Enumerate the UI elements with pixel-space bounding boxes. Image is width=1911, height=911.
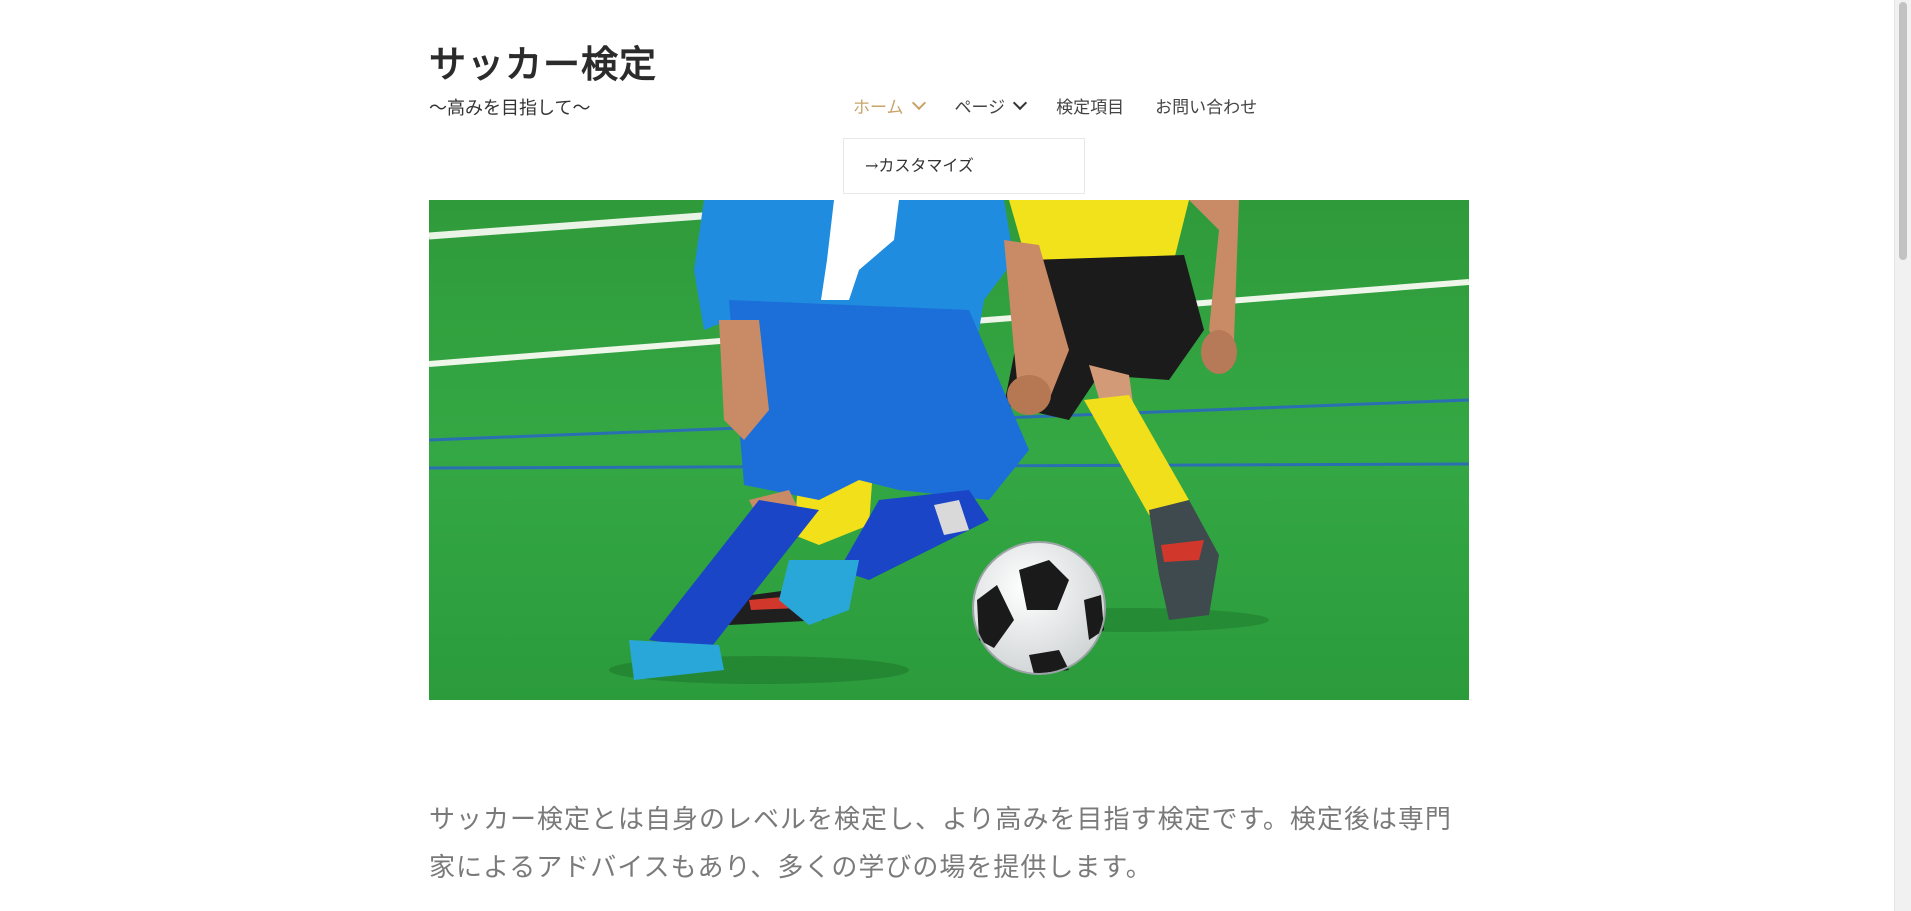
main-nav: ホーム ページ 検定項目 お問い合わせ [853, 93, 1288, 118]
nav-item-label: 検定項目 [1056, 98, 1125, 118]
home-dropdown-menu: →カスタマイズ [843, 138, 1085, 194]
scrollbar-thumb[interactable] [1899, 2, 1907, 260]
soccer-players-photo [429, 200, 1469, 700]
site-tagline: ～高みを目指して～ [429, 98, 591, 119]
hero-image [429, 200, 1469, 700]
intro-paragraph: サッカー検定とは自身のレベルを検定し、より高みを目指す検定です。検定後は専門家に… [429, 805, 1452, 883]
nav-item-pages[interactable]: ページ [954, 93, 1028, 118]
nav-item-label: ホーム [853, 98, 904, 118]
scrollbar[interactable] [1894, 0, 1911, 911]
chevron-down-icon [911, 95, 926, 111]
page: サッカー検定 ～高みを目指して～ ホーム ページ 検定項目 お問い合わせ →カス… [0, 0, 1911, 911]
nav-item-home[interactable]: ホーム [853, 93, 926, 118]
chevron-down-icon [1013, 95, 1028, 111]
nav-item-label: ページ [954, 98, 1006, 118]
dropdown-item-customize[interactable]: →カスタマイズ [865, 152, 974, 176]
site-title[interactable]: サッカー検定 [429, 42, 657, 86]
nav-item-label: お問い合わせ [1155, 98, 1258, 118]
nav-item-contact[interactable]: お問い合わせ [1155, 93, 1257, 118]
nav-item-exam-items[interactable]: 検定項目 [1056, 93, 1124, 118]
